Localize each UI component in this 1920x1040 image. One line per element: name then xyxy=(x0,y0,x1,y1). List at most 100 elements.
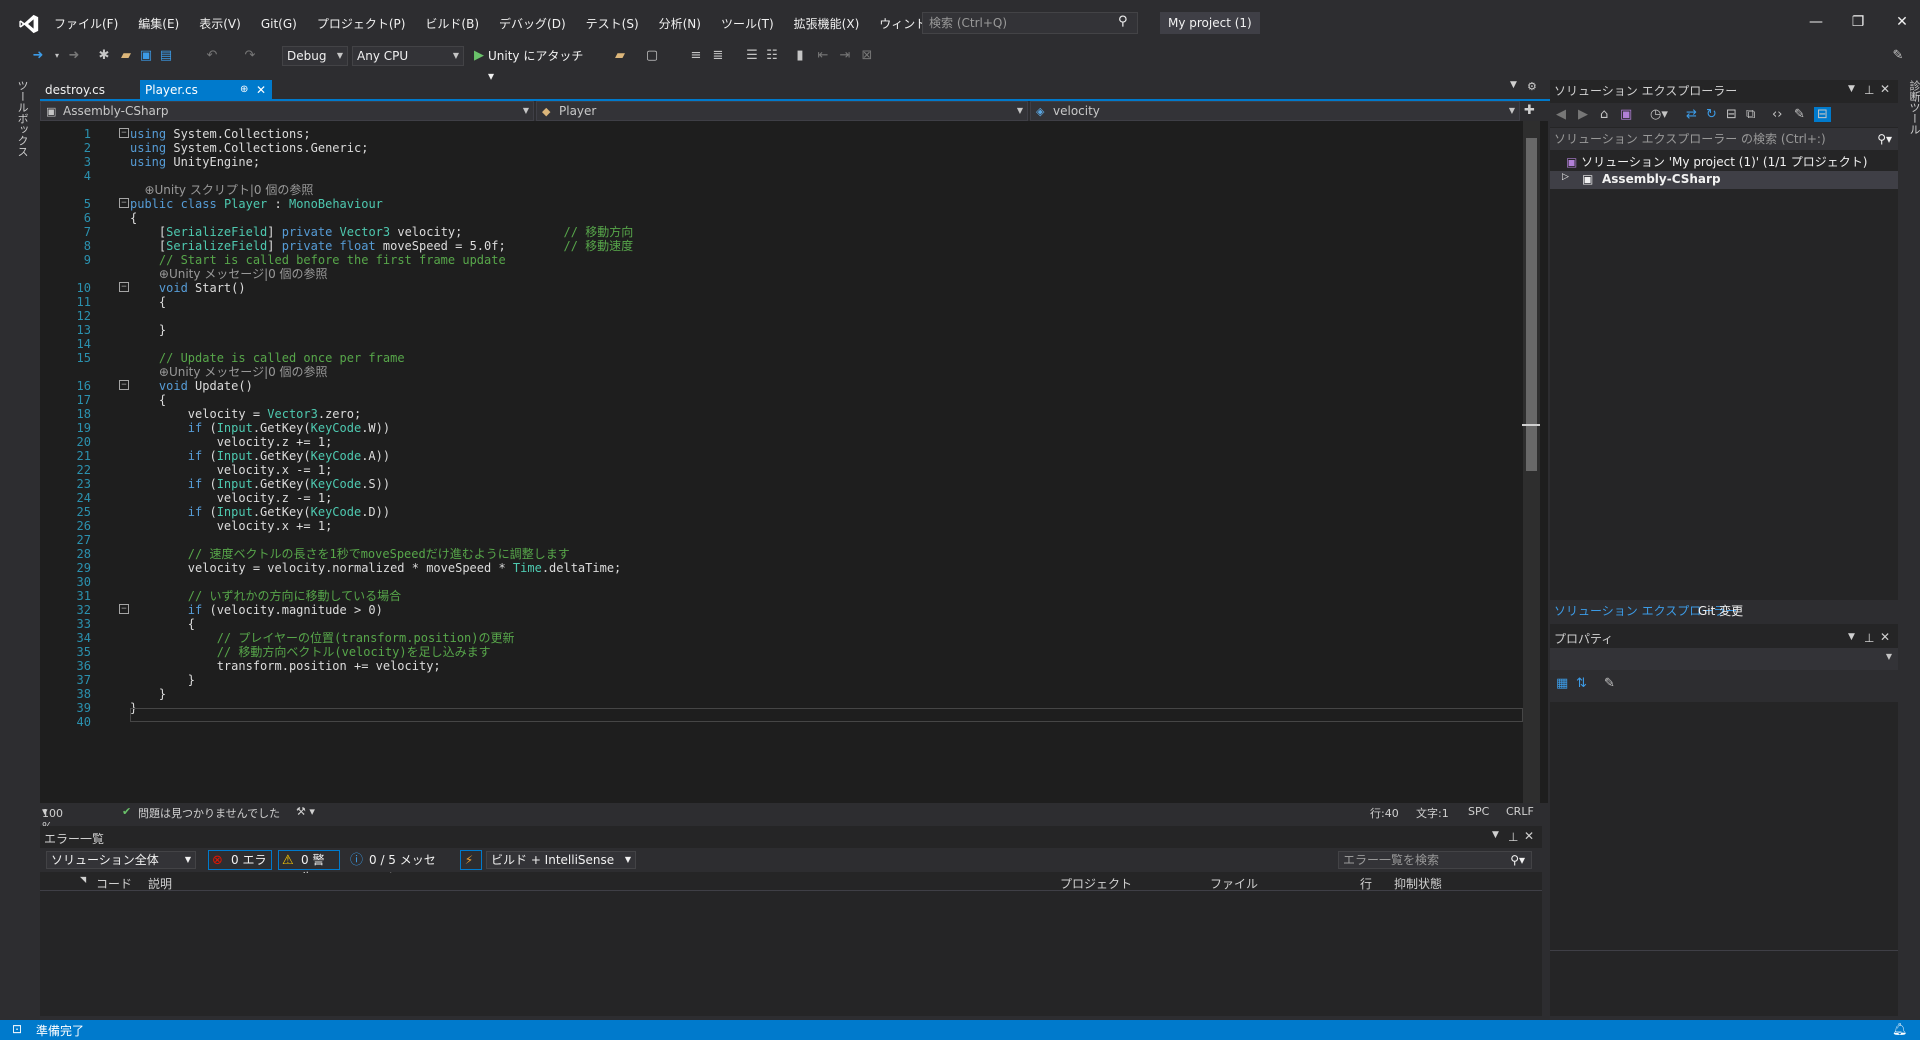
close-panel-icon[interactable]: ✕ xyxy=(1524,829,1534,843)
column-line[interactable]: 行 xyxy=(1360,875,1372,892)
collapse-icon[interactable]: − xyxy=(119,380,129,390)
menu-item[interactable]: ファイル(F) xyxy=(44,14,128,34)
redo-icon[interactable]: ↷ xyxy=(242,46,258,66)
attach-unity-button[interactable]: Unity にアタッチ ▾ xyxy=(488,46,588,83)
menu-item[interactable]: プロジェクト(P) xyxy=(307,14,416,34)
configuration-select[interactable]: Debug ▼ xyxy=(282,46,348,66)
code-line[interactable]: 7 [SerializeField] private Vector3 veloc… xyxy=(40,225,1540,239)
split-editor-icon[interactable]: ✚ xyxy=(1524,103,1535,118)
warnings-filter-button[interactable]: ⚠0 警告 xyxy=(278,850,340,885)
line-ending-indicator[interactable]: CRLF xyxy=(1506,805,1534,818)
folder-icon[interactable]: ▰ xyxy=(612,46,628,66)
minimize-icon[interactable]: — xyxy=(1804,10,1828,34)
collapse-icon[interactable]: − xyxy=(119,282,129,292)
forward-icon[interactable]: ▶ xyxy=(1578,107,1588,122)
code-line[interactable]: 14 xyxy=(40,337,1540,351)
close-panel-icon[interactable]: ✕ xyxy=(1880,630,1890,644)
code-line[interactable]: 35 // 移動方向ベクトル(velocity)を足し込みます xyxy=(40,645,1540,659)
collapse-icon[interactable]: − xyxy=(119,128,129,138)
project-nav-dropdown[interactable]: ▣ Assembly-CSharp ▼ xyxy=(40,101,534,121)
project-node-assembly-csharp[interactable]: ▷ ▣ Assembly-CSharp xyxy=(1550,171,1898,189)
menu-item[interactable]: 編集(E) xyxy=(128,14,189,34)
errors-filter-button[interactable]: ⊗0 エラー xyxy=(208,850,272,885)
save-icon[interactable]: ▣ xyxy=(138,46,154,66)
code-line[interactable]: 27 xyxy=(40,533,1540,547)
panel-menu-icon[interactable]: ▼ xyxy=(1848,632,1855,642)
save-all-icon[interactable]: ▤ xyxy=(158,46,174,66)
panel-menu-icon[interactable]: ▼ xyxy=(1848,84,1855,94)
column-code[interactable]: コード xyxy=(96,875,132,892)
code-line[interactable]: 26 velocity.x += 1; xyxy=(40,519,1540,533)
scrollbar-thumb[interactable] xyxy=(1526,138,1537,471)
sync-icon[interactable]: ⇄ xyxy=(1686,107,1697,122)
whitespace-indicator[interactable]: SPC xyxy=(1468,805,1489,818)
close-tab-icon[interactable]: ✕ xyxy=(256,80,266,100)
global-search-input[interactable]: 検索 (Ctrl+Q) xyxy=(922,12,1138,34)
code-line[interactable]: 32 − if (velocity.magnitude > 0) xyxy=(40,603,1540,617)
code-line[interactable]: 16 − void Update() xyxy=(40,379,1540,393)
new-project-icon[interactable]: ✱ xyxy=(96,46,112,66)
code-line[interactable]: 13 } xyxy=(40,323,1540,337)
collapse-icon[interactable]: − xyxy=(119,604,129,614)
code-line[interactable]: 20 velocity.z += 1; xyxy=(40,435,1540,449)
code-line[interactable]: 2 using System.Collections.Generic; xyxy=(40,141,1540,155)
column-suppression[interactable]: 抑制状態 xyxy=(1394,875,1442,892)
code-line[interactable]: 6{ xyxy=(40,211,1540,225)
back-icon[interactable]: ➜ xyxy=(30,46,46,66)
prev-bookmark-icon[interactable]: ⇤ xyxy=(816,46,830,66)
outdent-icon[interactable]: ≣ xyxy=(710,46,726,66)
code-line[interactable]: 37 } xyxy=(40,673,1540,687)
tab-git-changes[interactable]: Git 変更 xyxy=(1698,602,1743,619)
restore-icon[interactable]: ❐ xyxy=(1846,10,1870,34)
code-line[interactable]: 5 − public class Player : MonoBehaviour xyxy=(40,197,1540,211)
code-line[interactable]: 34 // プレイヤーの位置(transform.position)の更新 xyxy=(40,631,1540,645)
column-indicator[interactable]: 文字:1 xyxy=(1416,805,1449,821)
menu-item[interactable]: テスト(S) xyxy=(576,14,649,34)
properties-wrench-icon[interactable]: ✎ xyxy=(1794,107,1805,122)
solution-search-input[interactable]: ソリューション エクスプローラー の検索 (Ctrl+:) ⚲▾ xyxy=(1550,128,1898,150)
tab-destroy-cs[interactable]: destroy.cs xyxy=(40,80,140,100)
home-icon[interactable]: ⌂ xyxy=(1600,107,1608,122)
code-line[interactable]: 23 if (Input.GetKey(KeyCode.S)) xyxy=(40,477,1540,491)
back-icon[interactable]: ◀ xyxy=(1556,107,1566,122)
menu-item[interactable]: 表示(V) xyxy=(189,14,251,34)
code-line[interactable]: 33 { xyxy=(40,617,1540,631)
code-line[interactable]: 11 { xyxy=(40,295,1540,309)
bookmark-icon[interactable]: ▮ xyxy=(794,46,806,66)
error-scope-select[interactable]: ソリューション全体 ▼ xyxy=(46,851,196,869)
platform-select[interactable]: Any CPU ▼ xyxy=(352,46,464,66)
undo-icon[interactable]: ↶ xyxy=(204,46,220,66)
member-nav-dropdown[interactable]: ◈ velocity ▼ xyxy=(1030,101,1520,121)
pin-toolbar-icon[interactable]: ✎ xyxy=(1890,46,1906,66)
filter-toggle-button[interactable]: ⚡ xyxy=(460,850,482,870)
column-file[interactable]: ファイル xyxy=(1210,875,1258,892)
code-line[interactable]: ⊕Unity メッセージ|0 個の参照 xyxy=(40,365,1540,379)
close-panel-icon[interactable]: ✕ xyxy=(1880,82,1890,96)
code-line[interactable]: 9 // Start is called before the first fr… xyxy=(40,253,1540,267)
panel-menu-icon[interactable]: ▼ xyxy=(1492,830,1499,840)
code-line[interactable]: 4 xyxy=(40,169,1540,183)
search-icon[interactable]: ⚲▾ xyxy=(1510,852,1525,868)
code-line[interactable]: 21 if (Input.GetKey(KeyCode.A)) xyxy=(40,449,1540,463)
back-dropdown-icon[interactable]: ▾ xyxy=(52,46,62,66)
comment-icon[interactable]: ☰ xyxy=(744,46,760,66)
collapse-icon[interactable]: − xyxy=(119,198,129,208)
open-file-icon[interactable]: ▰ xyxy=(118,46,134,66)
menu-item[interactable]: 分析(N) xyxy=(649,14,711,34)
menu-item[interactable]: ビルド(B) xyxy=(415,14,489,34)
messages-filter-button[interactable]: ⓘ0 / 5 メッセージ xyxy=(346,850,442,885)
toolbox-tab[interactable]: ツールボックス xyxy=(14,80,30,157)
property-pages-icon[interactable]: ✎ xyxy=(1604,676,1615,691)
uncomment-icon[interactable]: ☷ xyxy=(764,46,780,66)
settings-gear-icon[interactable]: ⚙ xyxy=(1527,80,1537,93)
play-icon[interactable]: ▶ xyxy=(472,46,486,66)
cleanup-icon[interactable]: ⚒ ▾ xyxy=(296,805,315,818)
menu-item[interactable]: Git(G) xyxy=(251,14,307,34)
zoom-select[interactable]: 100 % ▾ xyxy=(42,805,63,833)
clear-bookmarks-icon[interactable]: ⊠ xyxy=(860,46,874,66)
pin-icon[interactable]: ⊥ xyxy=(1864,631,1874,645)
solution-root-node[interactable]: ▣ ソリューション 'My project (1)' (1/1 プロジェクト) xyxy=(1566,153,1867,170)
code-line[interactable]: ⊕Unity スクリプト|0 個の参照 xyxy=(40,183,1540,197)
menu-item[interactable]: 拡張機能(X) xyxy=(784,14,870,34)
code-line[interactable]: 25 if (Input.GetKey(KeyCode.D)) xyxy=(40,505,1540,519)
